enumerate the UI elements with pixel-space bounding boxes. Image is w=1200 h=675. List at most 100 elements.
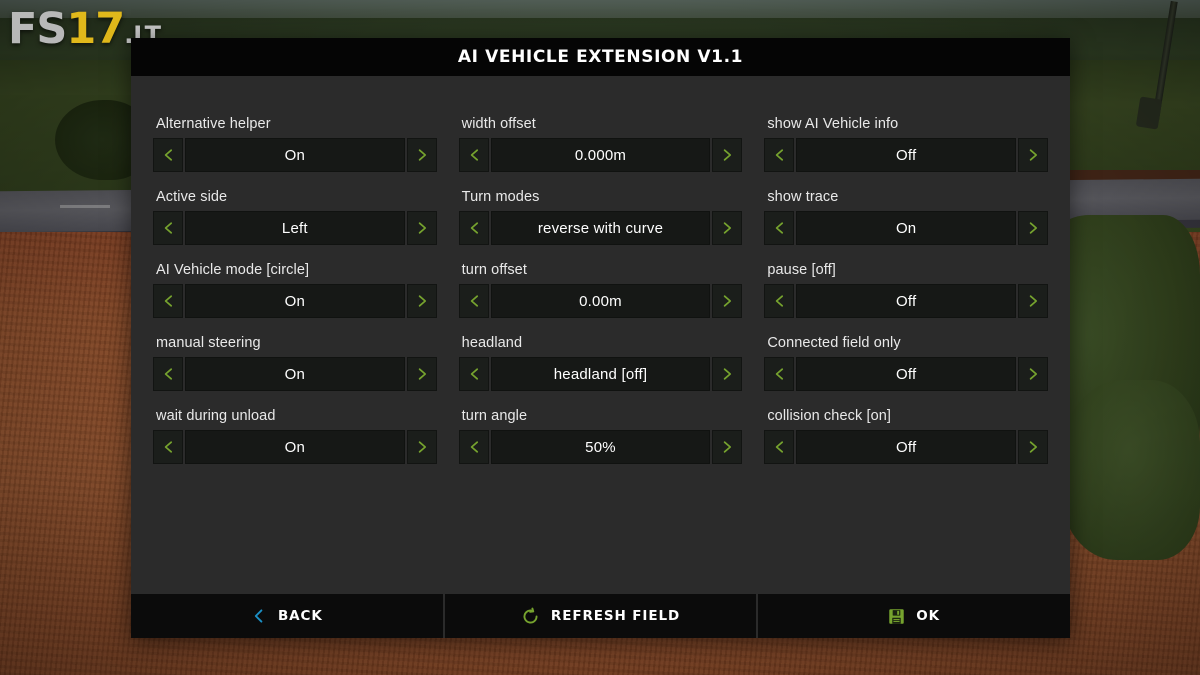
- setting-value-box[interactable]: On: [796, 211, 1016, 245]
- chevron-right-icon[interactable]: [406, 138, 437, 172]
- setting-label: AI Vehicle mode [circle]: [156, 262, 310, 278]
- setting-control: 0.00m: [458, 284, 743, 318]
- chevron-left-icon[interactable]: [153, 357, 183, 391]
- setting-row: headland headland [off]: [458, 335, 743, 391]
- refresh-circle-icon: [521, 607, 540, 626]
- setting-row: show AI Vehicle info Off: [764, 116, 1048, 172]
- setting-value-box[interactable]: Off: [796, 284, 1016, 318]
- setting-label: Connected field only: [767, 335, 901, 351]
- chevron-left-icon[interactable]: [764, 430, 795, 464]
- setting-label: show trace: [767, 189, 839, 205]
- chevron-left-icon[interactable]: [764, 284, 795, 318]
- setting-value: Off: [895, 365, 917, 383]
- chevron-right-icon[interactable]: [712, 284, 743, 318]
- setting-value: On: [284, 146, 306, 164]
- setting-label: collision check [on]: [767, 408, 892, 424]
- setting-control: On: [764, 211, 1048, 245]
- chevron-left-icon[interactable]: [153, 430, 183, 464]
- footer-button-label: BACK: [277, 608, 323, 624]
- chevron-left-icon[interactable]: [458, 138, 489, 172]
- setting-control: Left: [153, 211, 437, 245]
- setting-label: wait during unload: [156, 408, 276, 424]
- setting-value-box[interactable]: On: [185, 138, 405, 172]
- chevron-right-icon[interactable]: [712, 357, 743, 391]
- setting-value-box[interactable]: On: [185, 430, 405, 464]
- chevron-right-icon[interactable]: [1017, 357, 1048, 391]
- setting-value: On: [284, 365, 306, 383]
- setting-value-box[interactable]: headland [off]: [490, 357, 711, 391]
- chevron-right-icon[interactable]: [712, 211, 743, 245]
- chevron-right-icon[interactable]: [1017, 138, 1048, 172]
- setting-value-box[interactable]: 50%: [490, 430, 711, 464]
- chevron-left-icon[interactable]: [153, 284, 183, 318]
- save-floppy-icon: [888, 608, 905, 625]
- setting-value-box[interactable]: On: [185, 357, 405, 391]
- setting-value-box[interactable]: Left: [185, 211, 405, 245]
- setting-value-box[interactable]: Off: [796, 138, 1016, 172]
- chevron-right-icon[interactable]: [406, 357, 437, 391]
- watermark-fs: FS: [8, 4, 67, 54]
- setting-value: reverse with curve: [537, 219, 664, 237]
- chevron-right-icon[interactable]: [712, 138, 743, 172]
- setting-value-box[interactable]: On: [185, 284, 405, 318]
- setting-row: wait during unload On: [153, 408, 437, 464]
- setting-label: turn offset: [461, 262, 527, 278]
- chevron-right-icon[interactable]: [406, 211, 437, 245]
- setting-value: headland [off]: [553, 365, 648, 383]
- setting-label: manual steering: [156, 335, 261, 351]
- back-button[interactable]: BACK: [131, 594, 443, 638]
- setting-control: 0.000m: [458, 138, 743, 172]
- setting-value: Off: [895, 146, 917, 164]
- chevron-right-icon[interactable]: [406, 430, 437, 464]
- chevron-right-icon[interactable]: [1017, 430, 1048, 464]
- settings-grid: Alternative helper On width offset 0.000m sh…: [153, 116, 1048, 464]
- setting-value-box[interactable]: Off: [796, 430, 1016, 464]
- setting-control: 50%: [458, 430, 743, 464]
- setting-label: pause [off]: [767, 262, 836, 278]
- chevron-left-icon[interactable]: [153, 138, 183, 172]
- footer-button-label: OK: [916, 608, 941, 624]
- setting-label: headland: [461, 335, 523, 351]
- setting-row: Turn modes reverse with curve: [458, 189, 743, 245]
- setting-value-box[interactable]: 0.000m: [490, 138, 711, 172]
- ok-button[interactable]: OK: [756, 594, 1070, 638]
- chevron-right-icon[interactable]: [712, 430, 743, 464]
- chevron-right-icon[interactable]: [1017, 284, 1048, 318]
- setting-row: manual steering On: [153, 335, 437, 391]
- setting-value: On: [284, 292, 306, 310]
- setting-control: reverse with curve: [458, 211, 743, 245]
- refresh-field-button[interactable]: REFRESH FIELD: [442, 594, 757, 638]
- setting-label: show AI Vehicle info: [767, 116, 899, 132]
- chevron-left-icon[interactable]: [458, 430, 489, 464]
- chevron-left-icon[interactable]: [458, 211, 489, 245]
- dialog-title-bar: AI VEHICLE EXTENSION V1.1: [131, 38, 1070, 76]
- chevron-right-icon[interactable]: [1017, 211, 1048, 245]
- setting-control: headland [off]: [458, 357, 743, 391]
- dialog-footer: BACK REFRESH FIELD OK: [131, 594, 1070, 638]
- setting-control: Off: [764, 430, 1048, 464]
- chevron-right-icon[interactable]: [406, 284, 437, 318]
- chevron-left-icon[interactable]: [458, 357, 489, 391]
- chevron-left-icon[interactable]: [458, 284, 489, 318]
- setting-value-box[interactable]: Off: [796, 357, 1016, 391]
- chevron-left-icon[interactable]: [764, 357, 795, 391]
- setting-value: On: [284, 438, 306, 456]
- chevron-left-icon[interactable]: [764, 138, 795, 172]
- setting-label: Alternative helper: [156, 116, 271, 132]
- setting-control: Off: [764, 357, 1048, 391]
- setting-value: Off: [895, 438, 917, 456]
- setting-label: Turn modes: [461, 189, 540, 205]
- ai-vehicle-extension-dialog: AI VEHICLE EXTENSION V1.1 Alternative he…: [131, 38, 1070, 638]
- chevron-left-icon[interactable]: [153, 211, 183, 245]
- setting-row: show trace On: [764, 189, 1048, 245]
- setting-label: turn angle: [461, 408, 528, 424]
- chevron-left-icon[interactable]: [764, 211, 795, 245]
- setting-value: Left: [281, 219, 308, 237]
- setting-control: Off: [764, 138, 1048, 172]
- setting-value-box[interactable]: 0.00m: [490, 284, 711, 318]
- setting-row: Connected field only Off: [764, 335, 1048, 391]
- setting-control: On: [153, 357, 437, 391]
- footer-button-label: REFRESH FIELD: [550, 608, 681, 624]
- setting-row: Alternative helper On: [153, 116, 437, 172]
- setting-value-box[interactable]: reverse with curve: [490, 211, 711, 245]
